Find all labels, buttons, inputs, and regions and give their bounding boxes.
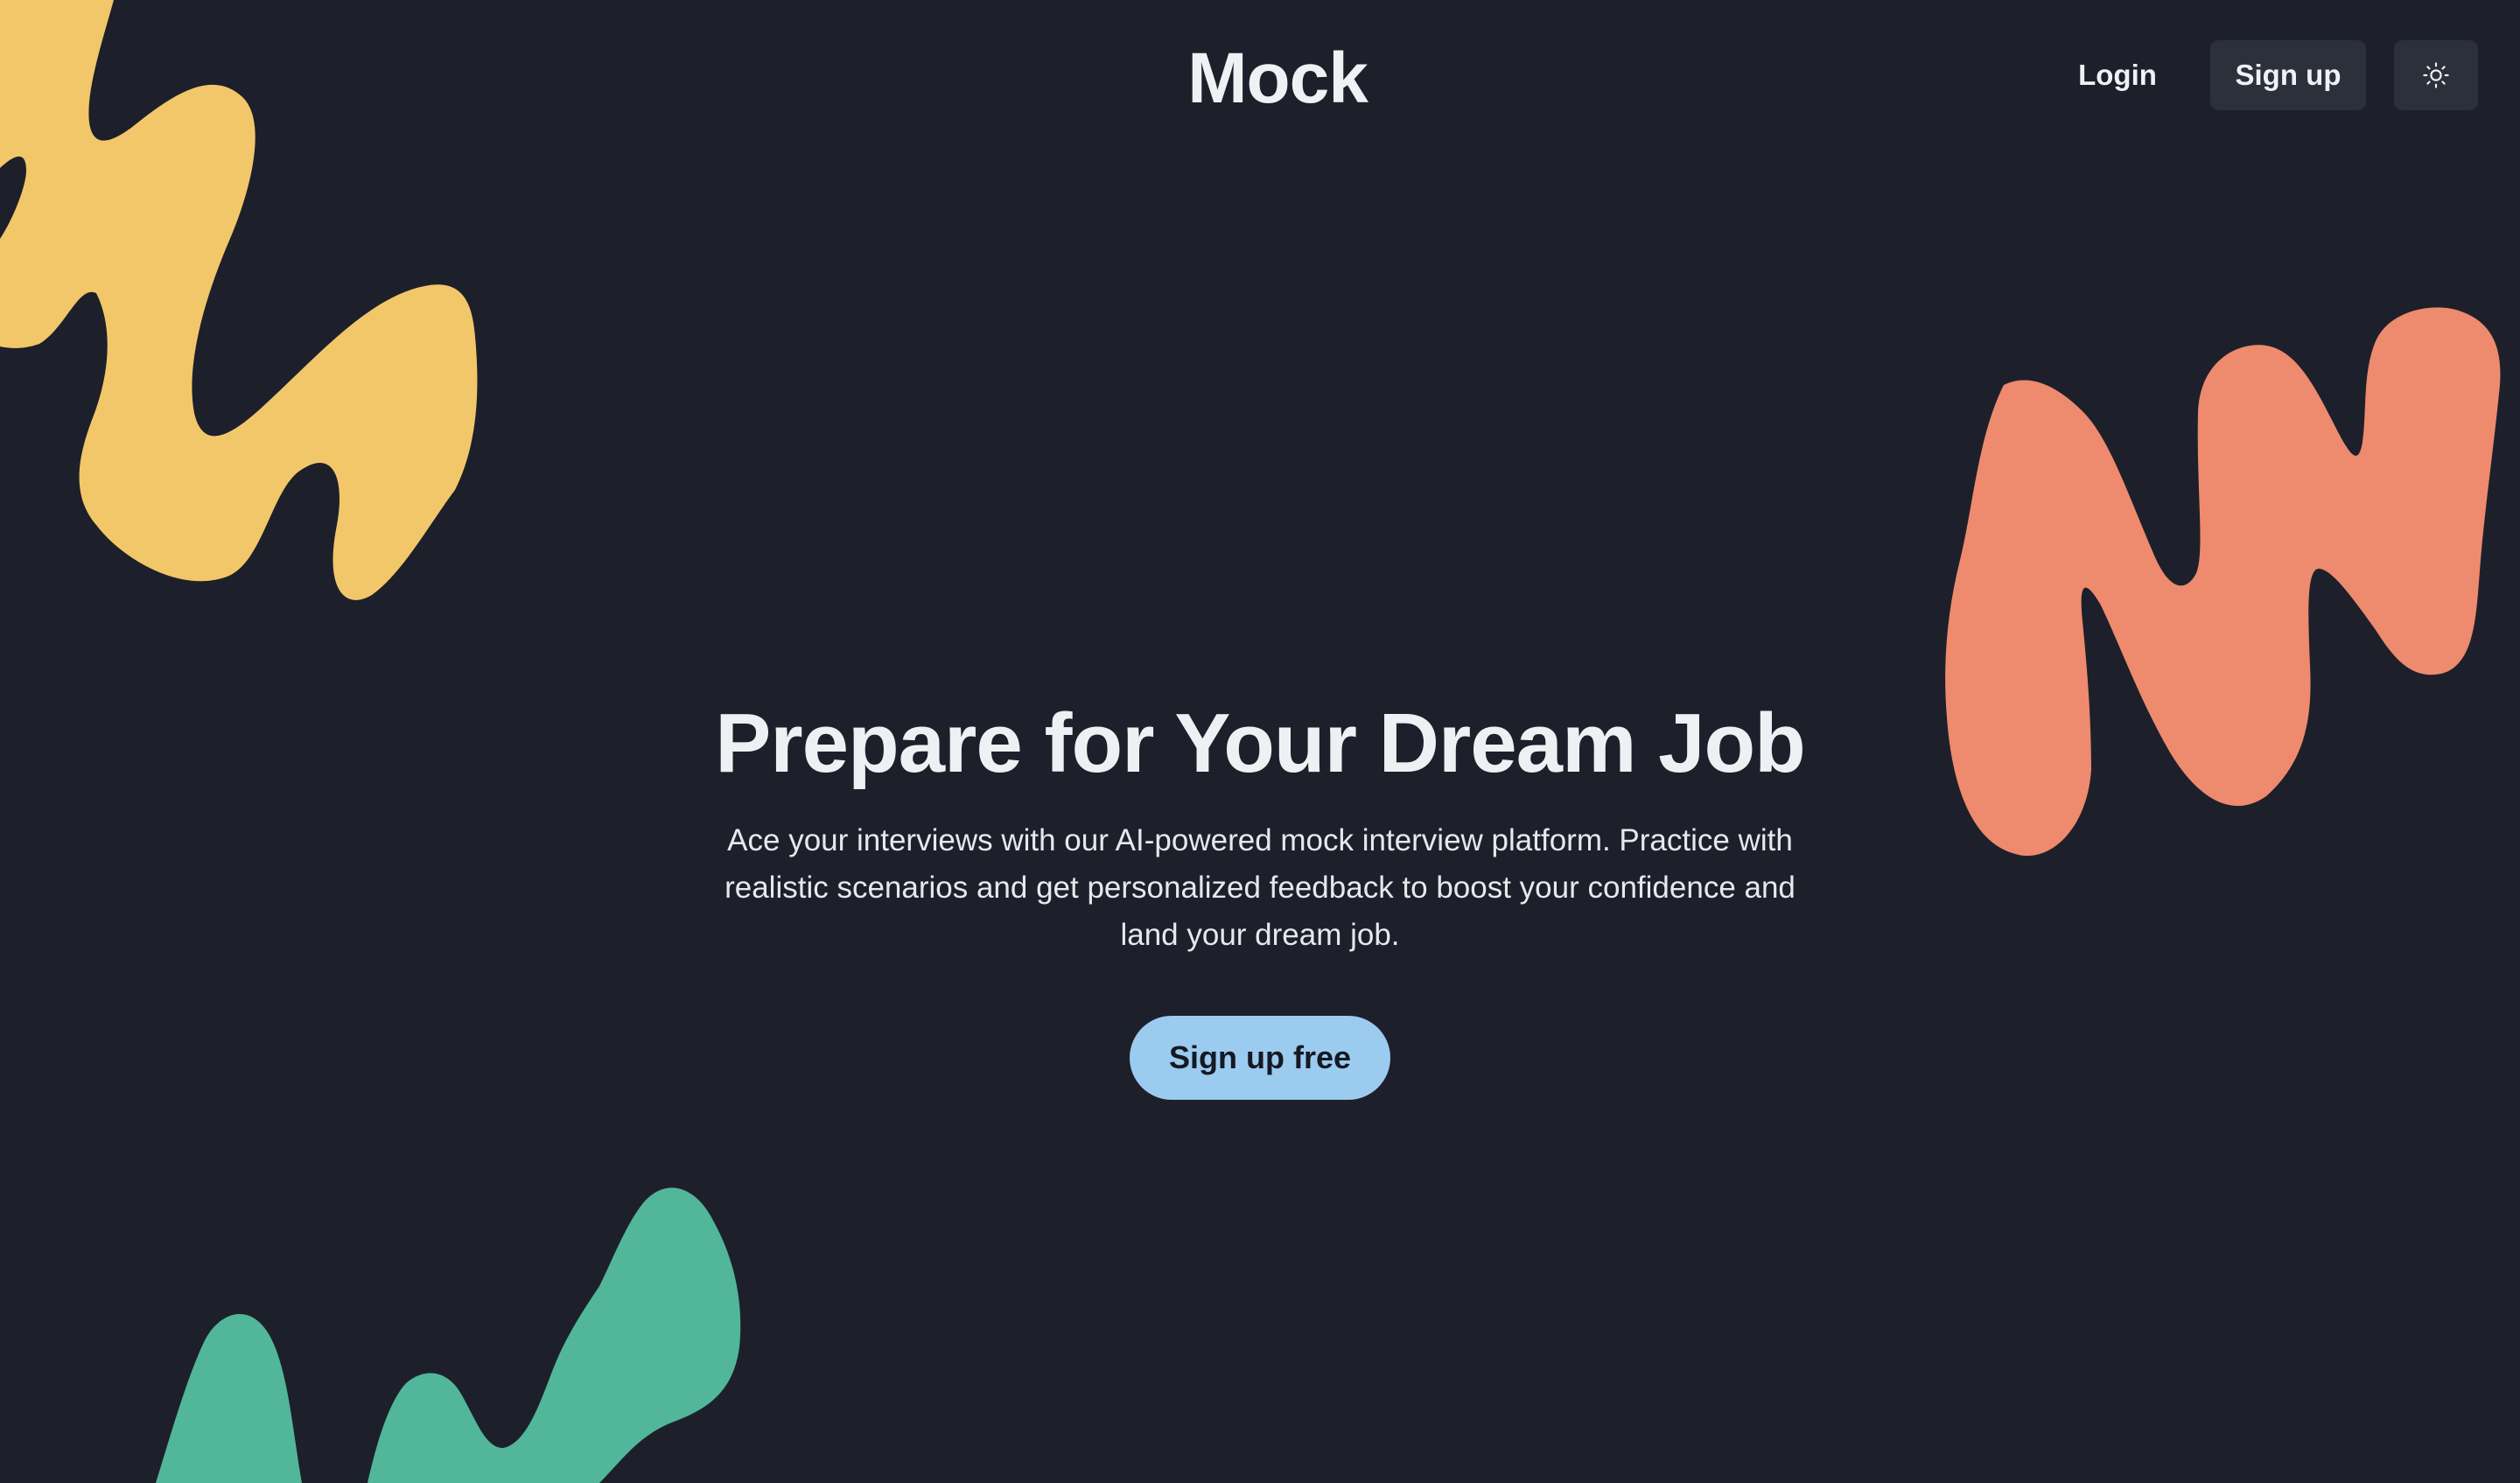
green-blob-shape-2 bbox=[368, 1187, 741, 1483]
hero-description: Ace your interviews with our AI-powered … bbox=[724, 823, 1796, 952]
app-logo[interactable]: Mock bbox=[1172, 35, 1382, 122]
login-link[interactable]: Login bbox=[2048, 40, 2188, 110]
theme-toggle-button[interactable] bbox=[2394, 40, 2478, 110]
green-blob-shape bbox=[156, 1313, 302, 1483]
signup-free-button[interactable]: Sign up free bbox=[1130, 1016, 1390, 1100]
hero-title: Prepare for Your Dream Job bbox=[715, 696, 1806, 790]
coral-blob-shape bbox=[1945, 307, 2501, 857]
yellow-blob-shape bbox=[0, 0, 478, 600]
signup-button[interactable]: Sign up bbox=[2210, 40, 2366, 110]
sun-icon bbox=[2423, 62, 2449, 88]
